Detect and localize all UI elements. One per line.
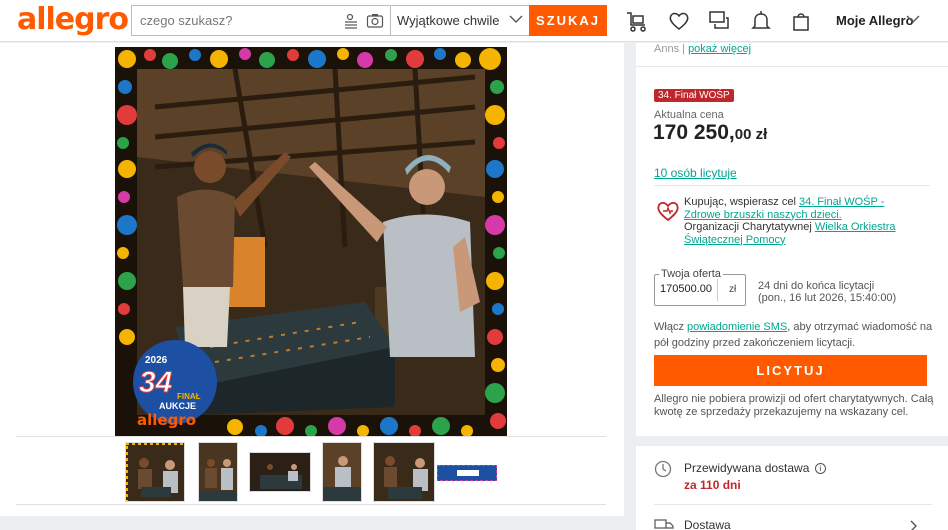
clock-icon <box>654 460 672 478</box>
bidders-link[interactable]: 10 osób licytuje <box>654 166 737 180</box>
trolley-icon[interactable] <box>625 9 649 33</box>
delivery-title: Przewidywana dostawa i <box>684 461 826 475</box>
delivery-estimate: za 110 dni <box>684 478 741 492</box>
your-offer-label: Twoja oferta <box>659 268 723 280</box>
price-cents: 00 zł <box>734 126 768 143</box>
delivery-divider <box>654 504 932 505</box>
your-offer-input[interactable] <box>660 283 718 295</box>
delivery-panel: Przewidywana dostawa i za 110 dni Dostaw… <box>636 446 948 530</box>
category-select[interactable]: Wyjątkowe chwile <box>397 13 499 28</box>
wosp-badge-label: 34. Finał WOŚP <box>654 89 734 102</box>
price-label: Aktualna cena <box>654 109 724 121</box>
heart-icon[interactable] <box>667 9 691 33</box>
messages-icon[interactable] <box>707 9 731 33</box>
chevron-down-icon[interactable] <box>906 14 920 24</box>
panel-divider <box>636 66 948 67</box>
time-left-text: 24 dni do końca licytacji <box>758 280 875 292</box>
current-price: 170 250,00 zł <box>653 121 767 145</box>
thumbnail-6[interactable] <box>437 465 497 481</box>
price-main: 170 250, <box>653 121 735 144</box>
top-header: allegro Wyjątkowe chwile SZUKAJ <box>0 0 948 42</box>
panel-divider <box>654 185 930 186</box>
thumbnail-4[interactable] <box>322 442 362 502</box>
bid-button[interactable]: LICYTUJ <box>654 355 927 386</box>
delivery-title-text: Przewidywana dostawa <box>684 461 810 475</box>
voice-search-icon[interactable] <box>342 12 360 30</box>
sms-notice: Włącz powiadomienie SMS, aby otrzymać wi… <box>654 319 934 351</box>
bell-icon[interactable] <box>749 9 773 33</box>
search-input[interactable] <box>140 6 330 35</box>
chevron-right-icon[interactable] <box>910 520 918 530</box>
charity-prefix: Kupując, wspierasz cel <box>684 196 799 208</box>
end-date-text: (pon., 16 lut 2026, 15:40:00) <box>758 292 897 304</box>
sms-prefix: Włącz <box>654 321 687 333</box>
thumbnail-2[interactable] <box>198 442 238 502</box>
main-product-photo[interactable]: 2026 34 FINAŁ AUKCJE allegro <box>115 47 507 437</box>
page-background <box>0 516 624 530</box>
thumbnail-1[interactable] <box>125 442 185 502</box>
account-menu[interactable]: Moje Allegro <box>836 13 914 28</box>
allegro-logo[interactable]: allegro <box>17 2 129 37</box>
product-gallery: 2026 34 FINAŁ AUKCJE allegro <box>0 43 624 516</box>
currency-label: zł <box>729 284 737 295</box>
commission-note: Allegro nie pobiera prowizji od ofert ch… <box>654 393 934 418</box>
auction-time-left: 24 dni do końca licytacji (pon., 16 lut … <box>758 280 896 304</box>
show-more-link[interactable]: pokaż więcej <box>688 43 751 55</box>
offer-divider <box>717 279 718 301</box>
cart-icon[interactable] <box>789 9 813 33</box>
gallery-divider <box>16 436 606 437</box>
thumbnail-5[interactable] <box>373 442 435 502</box>
charity-org-prefix: Organizacji Charytatywnej <box>684 221 815 233</box>
charity-heart-icon <box>657 201 679 222</box>
gallery-bottom-divider <box>16 504 606 505</box>
info-icon[interactable]: i <box>814 463 826 474</box>
badge-aukcje: AUKCJE <box>159 401 196 411</box>
badge-sub: FINAŁ <box>177 392 201 401</box>
sms-link[interactable]: powiadomienie SMS <box>687 321 787 333</box>
badge-number: 34 <box>139 366 173 399</box>
your-offer-field: Twoja oferta zł <box>654 268 746 306</box>
badge-year: 2026 <box>145 355 168 366</box>
top-link: Anns | pokaż więcej <box>654 43 752 55</box>
thumbnail-3[interactable] <box>249 452 311 492</box>
offer-panel: Anns | pokaż więcej 34. Finał WOŚP Aktua… <box>636 43 948 436</box>
search-divider <box>390 6 391 35</box>
truck-icon <box>654 519 674 529</box>
camera-icon[interactable] <box>366 12 384 30</box>
search-button[interactable]: SZUKAJ <box>529 5 607 36</box>
badge-brand: allegro <box>137 411 196 429</box>
shipping-label[interactable]: Dostawa <box>684 518 731 530</box>
chevron-down-icon[interactable] <box>509 14 523 24</box>
top-link-prefix: Anns <box>654 43 680 55</box>
